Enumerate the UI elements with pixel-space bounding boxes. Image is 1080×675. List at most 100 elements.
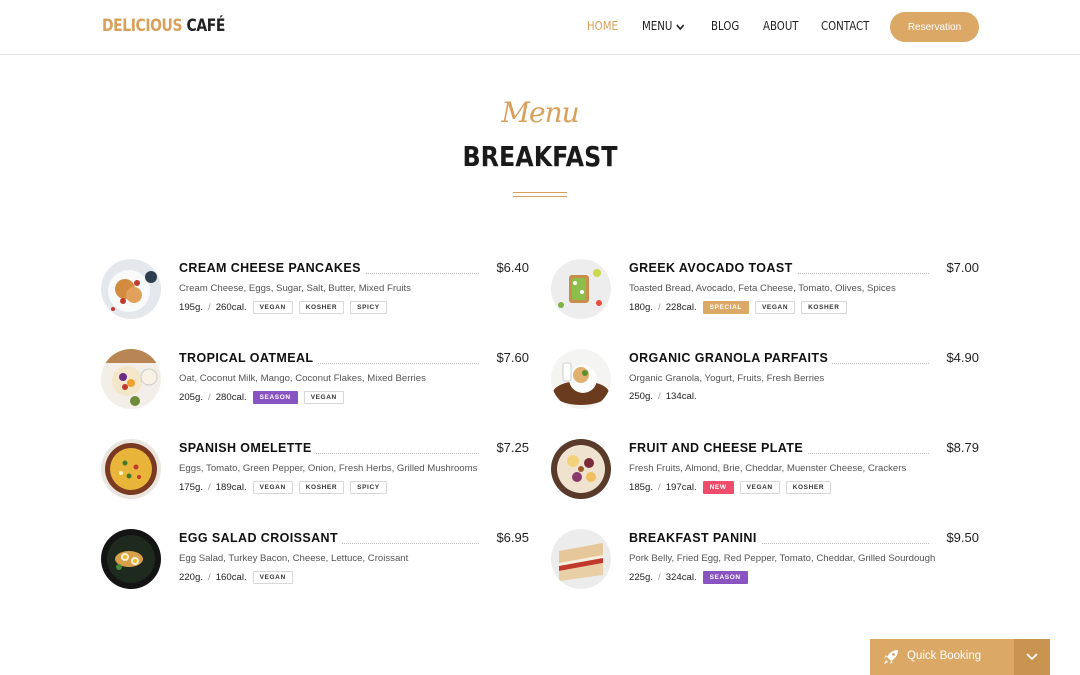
nav-menu[interactable]: MENU	[642, 19, 684, 34]
page-title: BREAKFAST	[462, 140, 618, 173]
nav-contact[interactable]: CONTACT	[821, 19, 869, 33]
menu-item-description: Fresh Fruits, Almond, Brie, Cheddar, Mue…	[629, 463, 907, 474]
menu-item-name: EGG SALAD CROISSANT	[179, 531, 342, 545]
menu-item-meta: 175g. / 189cal. VEGAN KOSHER SPICY	[179, 481, 387, 494]
menu-item-name: GREEK AVOCADO TOAST	[629, 261, 797, 275]
menu-item-name: TROPICAL OATMEAL	[179, 351, 318, 365]
tag-badge: VEGAN	[755, 301, 796, 314]
title-divider	[513, 192, 567, 197]
cheese-plate-photo	[551, 439, 611, 499]
menu-item-meta: 180g. / 228cal. SPECIAL VEGAN KOSHER	[629, 301, 847, 314]
menu-item-calories: 260cal.	[215, 302, 247, 313]
quick-booking-label: Quick Booking	[907, 650, 982, 662]
separator: /	[208, 392, 211, 403]
tag-badge: VEGAN	[252, 301, 293, 314]
omelette-photo	[101, 439, 161, 499]
menu-item-calories: 280cal.	[215, 392, 247, 403]
menu-item-weight: 220g.	[179, 572, 204, 583]
menu-item-name: FRUIT AND CHEESE PLATE	[629, 441, 808, 455]
tag-badge: KOSHER	[801, 301, 847, 314]
avocado-toast-photo	[551, 259, 611, 319]
granola-photo	[551, 349, 611, 409]
menu-item-weight: 205g.	[179, 392, 204, 403]
separator: /	[658, 482, 661, 493]
tag-badge: KOSHER	[298, 301, 345, 314]
tag-badge: VEGAN	[303, 391, 344, 404]
menu-item-price: $8.79	[942, 440, 979, 455]
menu-item-description: Pork Belly, Fried Egg, Red Pepper, Tomat…	[629, 553, 936, 564]
tag-badge: SPICY	[350, 301, 387, 314]
menu-item-description: Eggs, Tomato, Green Pepper, Onion, Fresh…	[179, 463, 478, 474]
separator: /	[208, 572, 211, 583]
menu-item[interactable]: ORGANIC GRANOLA PARFAITS $4.90 Organic G…	[551, 349, 979, 411]
menu-item-price: $6.95	[492, 530, 529, 545]
menu-item-weight: 250g.	[629, 391, 654, 402]
nav-home[interactable]: HOME	[587, 19, 618, 33]
panini-photo	[551, 529, 611, 589]
quick-booking-button[interactable]: Quick Booking	[870, 639, 1050, 675]
menu-item-description: Egg Salad, Turkey Bacon, Cheese, Lettuce…	[179, 553, 409, 564]
chevron-down-icon	[676, 20, 685, 34]
rocket-icon	[883, 649, 899, 670]
tag-badge: VEGAN	[252, 571, 293, 584]
oatmeal-photo	[101, 349, 161, 409]
menu-item-meta: 195g. / 260cal. VEGAN KOSHER SPICY	[179, 301, 387, 314]
site-header: DELICIOUS CAFÉ HOME MENU BLOG ABOUT CONT…	[0, 0, 1080, 55]
menu-item-price: $4.90	[942, 350, 979, 365]
menu-item-weight: 185g.	[629, 482, 654, 493]
menu-item[interactable]: SPANISH OMELETTE $7.25 Eggs, Tomato, Gre…	[101, 439, 529, 501]
logo-text-primary: DELICIOUS	[102, 16, 183, 36]
tag-badge: KOSHER	[298, 481, 345, 494]
menu-item-calories: 160cal.	[215, 572, 247, 583]
menu-item-name: BREAKFAST PANINI	[629, 531, 761, 545]
separator: /	[208, 482, 211, 493]
reservation-button[interactable]: Reservation	[890, 12, 979, 42]
menu-item-calories: 197cal.	[665, 482, 697, 493]
croissant-photo	[101, 529, 161, 589]
site-logo[interactable]: DELICIOUS CAFÉ	[102, 16, 225, 36]
menu-item-calories: 134cal.	[665, 391, 697, 402]
menu-item[interactable]: BREAKFAST PANINI $9.50 Pork Belly, Fried…	[551, 529, 979, 591]
menu-item-price: $6.40	[492, 260, 529, 275]
menu-item[interactable]: TROPICAL OATMEAL $7.60 Oat, Coconut Milk…	[101, 349, 529, 411]
tag-badge-new: NEW	[702, 481, 734, 494]
nav-blog[interactable]: BLOG	[711, 19, 739, 33]
separator: /	[208, 302, 211, 313]
tag-badge: KOSHER	[785, 481, 832, 494]
menu-item-meta: 225g. / 324cal. SEASON	[629, 571, 748, 584]
menu-item-weight: 225g.	[629, 572, 654, 583]
tag-badge-season: SEASON	[702, 571, 748, 584]
nav-menu-label: MENU	[642, 19, 673, 33]
tag-badge-special: SPECIAL	[702, 301, 749, 314]
separator: /	[658, 572, 661, 583]
tag-badge: SPICY	[350, 481, 387, 494]
menu-item-description: Toasted Bread, Avocado, Feta Cheese, Tom…	[629, 283, 896, 294]
nav-about[interactable]: ABOUT	[763, 19, 799, 33]
menu-item[interactable]: GREEK AVOCADO TOAST $7.00 Toasted Bread,…	[551, 259, 979, 321]
tag-badge: VEGAN	[739, 481, 780, 494]
menu-item-price: $7.60	[492, 350, 529, 365]
menu-item-calories: 228cal.	[665, 302, 697, 313]
menu-item-description: Oat, Coconut Milk, Mango, Coconut Flakes…	[179, 373, 426, 384]
menu-item[interactable]: FRUIT AND CHEESE PLATE $8.79 Fresh Fruit…	[551, 439, 979, 501]
menu-item-name: SPANISH OMELETTE	[179, 441, 316, 455]
menu-item-price: $7.00	[942, 260, 979, 275]
pancakes-photo	[101, 259, 161, 319]
menu-item-price: $9.50	[942, 530, 979, 545]
menu-item-meta: 220g. / 160cal. VEGAN	[179, 571, 293, 584]
separator: /	[658, 302, 661, 313]
menu-item[interactable]: EGG SALAD CROISSANT $6.95 Egg Salad, Tur…	[101, 529, 529, 591]
menu-item[interactable]: CREAM CHEESE PANCAKES $6.40 Cream Cheese…	[101, 259, 529, 321]
separator: /	[658, 391, 661, 402]
menu-item-description: Cream Cheese, Eggs, Sugar, Salt, Butter,…	[179, 283, 411, 294]
tag-badge-season: SEASON	[252, 391, 298, 404]
menu-item-name: ORGANIC GRANOLA PARFAITS	[629, 351, 833, 365]
menu-item-weight: 175g.	[179, 482, 204, 493]
menu-item-weight: 180g.	[629, 302, 654, 313]
section-script-title: Menu	[501, 96, 579, 129]
menu-item-description: Organic Granola, Yogurt, Fruits, Fresh B…	[629, 373, 825, 384]
chevron-down-icon[interactable]	[1014, 639, 1050, 675]
menu-item-meta: 205g. / 280cal. SEASON VEGAN	[179, 391, 344, 404]
logo-text-secondary: CAFÉ	[186, 16, 226, 36]
tag-badge: VEGAN	[252, 481, 293, 494]
